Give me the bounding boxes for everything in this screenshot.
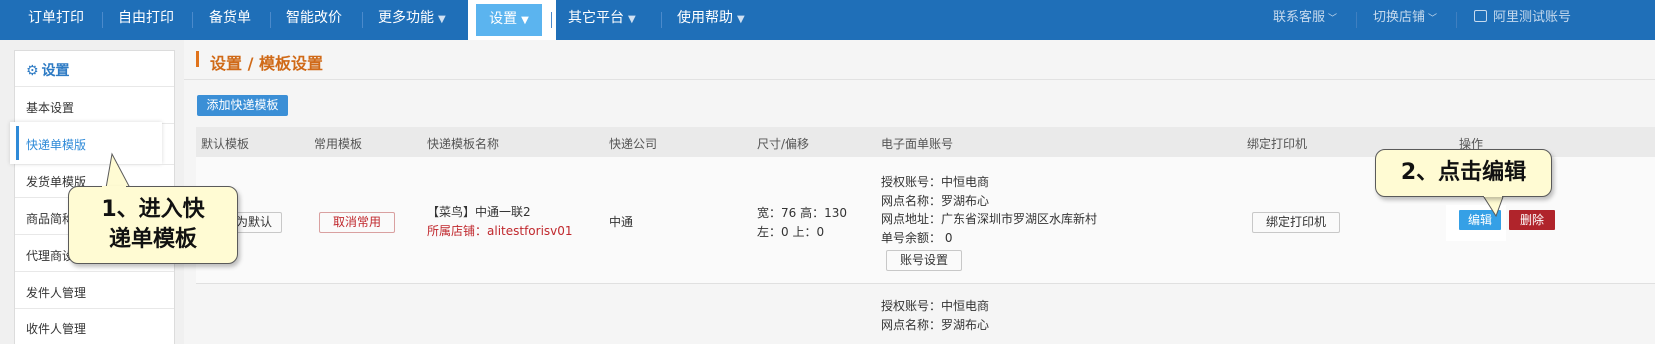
nav-divider bbox=[362, 12, 363, 28]
sidebar-title: ⚙ 设置 bbox=[26, 60, 70, 80]
chevron-down-icon: ﹀ bbox=[1428, 14, 1438, 24]
express-company: 中通 bbox=[609, 215, 634, 229]
nav-label: 订单打印 bbox=[28, 10, 84, 26]
nav-label: 其它平台 bbox=[568, 10, 624, 26]
account-icon bbox=[1474, 10, 1487, 22]
sidebar-item-express-template[interactable]: 快递单模版 bbox=[26, 136, 86, 153]
column-header: 尺寸/偏移 bbox=[757, 137, 810, 151]
shop-label: 所属店铺：alitestforisv01 bbox=[427, 224, 573, 238]
nav-switch-shop[interactable]: 切换店铺 ﹀ bbox=[1373, 0, 1437, 36]
account-balance: 单号余额： 0 bbox=[881, 231, 953, 245]
bind-printer-button[interactable]: 绑定打印机 bbox=[1252, 212, 1340, 233]
delete-button[interactable]: 删除 bbox=[1509, 210, 1555, 230]
caret-down-icon: ▼ bbox=[628, 14, 636, 25]
nav-divider bbox=[1456, 12, 1457, 28]
nav-divider bbox=[1356, 12, 1357, 28]
column-header: 快递公司 bbox=[609, 137, 658, 151]
template-name: 【菜鸟】中通一联2 bbox=[427, 205, 531, 219]
nav-label: 阿里测试账号 bbox=[1493, 10, 1572, 25]
gear-icon: ⚙ bbox=[26, 63, 39, 79]
divider bbox=[15, 86, 174, 87]
caret-down-icon: ▼ bbox=[521, 15, 529, 26]
chevron-down-icon: ﹀ bbox=[1328, 14, 1338, 24]
nav-label: 联系客服 bbox=[1273, 10, 1326, 25]
column-header: 电子面单账号 bbox=[881, 137, 954, 151]
sidebar-item-receiver-management[interactable]: 收件人管理 bbox=[26, 320, 86, 337]
nav-label: 更多功能 bbox=[378, 10, 434, 26]
caret-down-icon: ▼ bbox=[737, 14, 745, 25]
nav-free-print[interactable]: 自由打印 bbox=[106, 0, 186, 40]
nav-stock-list[interactable]: 备货单 bbox=[197, 0, 263, 40]
nav-label: 使用帮助 bbox=[677, 10, 733, 26]
account-settings-button[interactable]: 账号设置 bbox=[886, 250, 962, 271]
sidebar-active-indicator bbox=[16, 126, 19, 160]
sidebar-title-text: 设置 bbox=[41, 63, 70, 79]
column-header: 默认模板 bbox=[201, 137, 250, 151]
callout-text: 1、进入快 bbox=[101, 197, 205, 222]
callout-pointer-join bbox=[1484, 194, 1502, 197]
callout-pointer-join bbox=[102, 186, 126, 189]
nav-divider bbox=[102, 12, 103, 28]
column-header: 绑定打印机 bbox=[1247, 137, 1308, 151]
callout-pointer bbox=[105, 152, 131, 189]
nav-label: 自由打印 bbox=[118, 10, 174, 26]
table-row bbox=[196, 284, 1655, 344]
account-branch-address: 网点地址：广东省深圳市罗湖区水库新村 bbox=[881, 212, 1098, 226]
cancel-common-button[interactable]: 取消常用 bbox=[319, 212, 395, 233]
nav-order-print[interactable]: 订单打印 bbox=[16, 0, 96, 40]
nav-account[interactable]: 阿里测试账号 bbox=[1474, 0, 1571, 36]
account-branch-name: 网点名称：罗湖布心 bbox=[881, 318, 990, 332]
nav-label: 备货单 bbox=[209, 10, 251, 26]
nav-settings[interactable]: 设置 ▼ bbox=[476, 4, 542, 36]
nav-divider bbox=[551, 12, 552, 28]
breadcrumb-marker bbox=[196, 51, 199, 67]
account-branch-name: 网点名称：罗湖布心 bbox=[881, 194, 990, 208]
callout-step-1: 1、进入快 递单模板 bbox=[68, 186, 238, 264]
column-header: 常用模板 bbox=[314, 137, 363, 151]
add-express-template-button[interactable]: 添加快递模板 bbox=[197, 95, 288, 116]
account-auth: 授权账号：中恒电商 bbox=[881, 175, 990, 189]
nav-label: 切换店铺 bbox=[1373, 10, 1426, 25]
nav-divider bbox=[192, 12, 193, 28]
callout-step-2: 2、点击编辑 bbox=[1375, 149, 1552, 197]
nav-more-features[interactable]: 更多功能 ▼ bbox=[366, 0, 458, 40]
callout-text: 递单模板 bbox=[108, 227, 197, 252]
nav-smart-price[interactable]: 智能改价 bbox=[274, 0, 354, 40]
divider bbox=[15, 308, 174, 309]
nav-help[interactable]: 使用帮助 ▼ bbox=[665, 0, 757, 40]
nav-label: 智能改价 bbox=[286, 10, 342, 26]
sidebar-item-basic-settings[interactable]: 基本设置 bbox=[26, 99, 74, 116]
column-header: 快递模板名称 bbox=[427, 137, 500, 151]
nav-divider bbox=[270, 12, 271, 28]
caret-down-icon: ▼ bbox=[438, 14, 446, 25]
divider bbox=[15, 164, 174, 165]
nav-other-platforms[interactable]: 其它平台 ▼ bbox=[556, 0, 648, 40]
divider bbox=[184, 79, 1655, 80]
breadcrumb: 设置 / 模板设置 bbox=[210, 54, 323, 73]
nav-divider bbox=[661, 12, 662, 28]
sidebar-item-product-short-name[interactable]: 商品简称 bbox=[26, 210, 74, 227]
sidebar-item-sender-management[interactable]: 发件人管理 bbox=[26, 284, 86, 301]
size-value: 宽：76 高：130 bbox=[757, 206, 847, 220]
offset-value: 左：0 上：0 bbox=[757, 225, 825, 239]
nav-contact-support[interactable]: 联系客服 ﹀ bbox=[1273, 0, 1337, 36]
divider bbox=[15, 271, 174, 272]
nav-label: 设置 bbox=[489, 11, 518, 27]
account-auth: 授权账号：中恒电商 bbox=[881, 299, 990, 313]
